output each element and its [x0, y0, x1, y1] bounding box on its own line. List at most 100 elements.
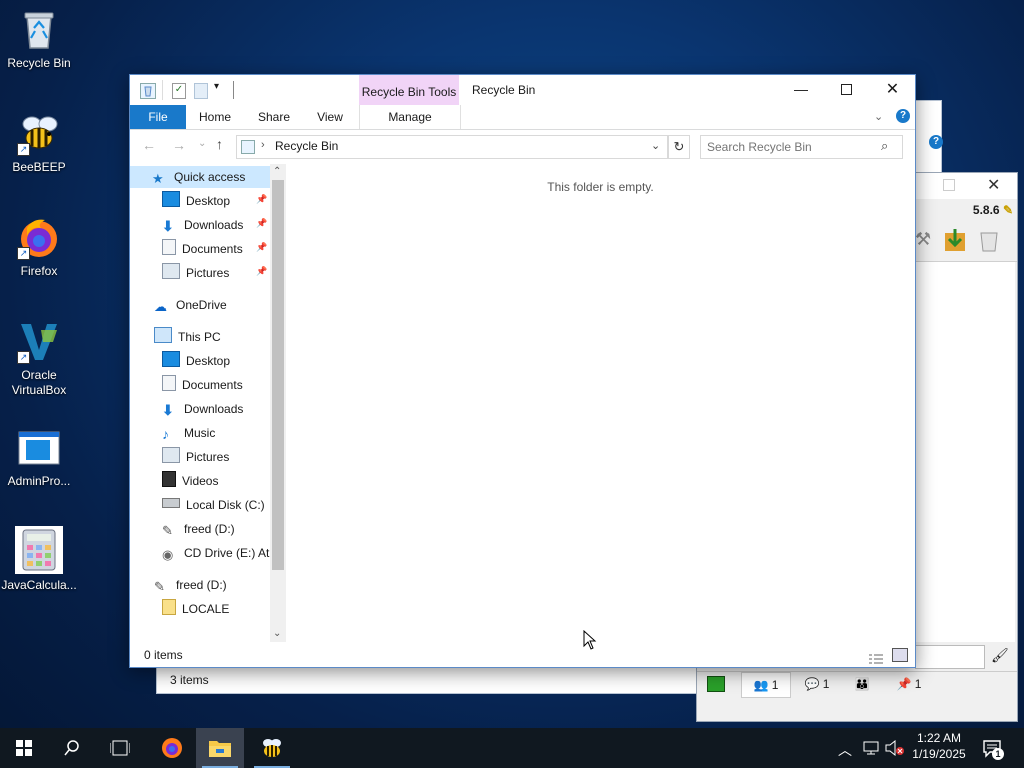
customize-quick-access-icon[interactable]: ▾ [214, 81, 219, 92]
taskbar-firefox[interactable] [148, 728, 196, 768]
scroll-up-icon[interactable]: ⌃ [273, 166, 281, 177]
nav-pc-videos[interactable]: Videos [162, 470, 268, 492]
forward-button[interactable]: → [172, 137, 186, 153]
pin-icon[interactable]: 📌 [256, 266, 267, 277]
maximize-button[interactable] [824, 75, 870, 105]
document-icon [162, 375, 176, 391]
folder-icon [209, 741, 231, 757]
navigation-pane: ★ Quick access Desktop 📌 ⬇ Downloads 📌 Doc… [130, 164, 286, 642]
taskbar-file-explorer[interactable] [196, 728, 244, 768]
tab-users[interactable]: 👥 1 [741, 672, 791, 698]
nav-pc-pictures[interactable]: Pictures [162, 446, 268, 468]
nav-this-pc[interactable]: This PC [154, 326, 268, 348]
pin-icon[interactable]: 📌 [256, 194, 267, 205]
beebeep-tabbar: 👥 1 💬 1 👪 📌 1 [697, 671, 1017, 698]
content-pane[interactable]: This folder is empty. [286, 164, 915, 642]
search-input[interactable] [705, 138, 879, 156]
nav-pc-documents[interactable]: Documents [162, 374, 268, 396]
nav-scrollbar[interactable]: ⌃ ⌄ [270, 164, 286, 642]
download-arrow-icon: ⬇ [162, 218, 174, 234]
nav-quick-desktop[interactable]: Desktop [162, 190, 268, 212]
scrollbar-thumb[interactable] [272, 180, 284, 570]
nav-pc-cd-drive[interactable]: ◉ CD Drive (E:) Atla [162, 542, 270, 564]
breadcrumb-recycle-bin[interactable]: Recycle Bin [275, 139, 338, 153]
desktop-icon-virtualbox[interactable]: ↗ Oracle VirtualBox [1, 320, 77, 398]
minimize-button[interactable]: — [778, 75, 824, 105]
back-button[interactable]: ← [142, 137, 156, 153]
tools-icon[interactable]: ⚒ [915, 229, 931, 253]
usb-drive-icon: ✎ [154, 579, 165, 594]
tab-shares[interactable]: 📌 1 [885, 672, 933, 696]
shortcut-arrow-icon: ↗ [17, 351, 30, 364]
tab-file[interactable]: File [130, 105, 186, 129]
nav-pc-desktop[interactable]: Desktop [162, 350, 268, 372]
taskbar-beebeep[interactable] [248, 728, 296, 768]
start-button[interactable] [0, 728, 48, 768]
help-icon[interactable]: ? [896, 109, 910, 123]
tab-home[interactable]: Home [190, 105, 240, 129]
title-bar: ✓ ▾ Recycle Bin Tools Recycle Bin — ✕ [130, 75, 915, 129]
tab-groups[interactable]: 👪 [845, 672, 879, 696]
volume-muted-icon[interactable] [884, 739, 904, 757]
large-icons-view-button[interactable] [892, 648, 908, 662]
nav-pc-freed[interactable]: ✎ freed (D:) [162, 518, 270, 540]
nav-quick-pictures[interactable]: Pictures [162, 262, 268, 284]
search-box[interactable]: ⌕ [700, 135, 903, 159]
recent-locations-button[interactable]: ⌄ [198, 138, 206, 149]
beebeep-message-input[interactable] [915, 645, 985, 669]
show-hidden-icons-button[interactable]: ︿ [838, 740, 852, 760]
search-button[interactable] [48, 728, 96, 768]
nav-pc-local-disk[interactable]: Local Disk (C:) [162, 494, 270, 516]
address-bar[interactable]: › Recycle Bin ⌄ [236, 135, 668, 159]
recycle-bin-window[interactable]: ✓ ▾ Recycle Bin Tools Recycle Bin — ✕ Fi… [129, 74, 916, 668]
status-online-icon[interactable] [707, 676, 725, 692]
desktop-icon-recycle-bin[interactable]: Recycle Bin [1, 8, 77, 71]
desktop-icon-adminpro[interactable]: AdminPro... [1, 426, 77, 489]
nav-quick-downloads[interactable]: ⬇ Downloads [162, 214, 268, 236]
chevron-down-icon: ⌄ [198, 138, 207, 149]
nav-quick-access[interactable]: ★ Quick access [130, 166, 270, 188]
nav-quick-documents[interactable]: Documents [162, 238, 268, 260]
pin-icon[interactable]: 📌 [256, 242, 267, 253]
details-view-button[interactable] [868, 649, 884, 664]
new-folder-icon[interactable] [194, 83, 208, 99]
address-dropdown-icon[interactable]: ⌄ [651, 139, 660, 152]
up-button[interactable]: ↑ [216, 136, 223, 152]
virtualbox-icon: ↗ [17, 320, 61, 364]
maximize-icon[interactable] [943, 179, 955, 191]
help-icon[interactable]: ? [929, 135, 943, 149]
recycle-bin-icon [17, 8, 61, 52]
download-icon[interactable] [943, 227, 967, 253]
expand-ribbon-icon[interactable]: ⌄ [874, 110, 883, 123]
desktop-icon-firefox[interactable]: ↗ Firefox [1, 216, 77, 279]
nav-pc-music[interactable]: ♪ Music [162, 422, 268, 444]
close-icon[interactable]: ✕ [987, 175, 1000, 195]
brush-icon[interactable]: 🖌 [991, 647, 1009, 664]
pin-icon[interactable]: 📌 [256, 218, 267, 229]
nav-pc-downloads[interactable]: ⬇ Downloads [162, 398, 268, 420]
nav-locale[interactable]: LOCALE [162, 598, 268, 620]
properties-icon[interactable]: ✓ [172, 83, 186, 99]
network-icon[interactable] [862, 740, 880, 756]
tab-manage[interactable]: Manage [359, 105, 461, 129]
nav-freed[interactable]: ✎ freed (D:) [154, 574, 268, 596]
mouse-cursor-icon [583, 629, 597, 650]
tab-chats[interactable]: 💬 1 [793, 672, 841, 696]
scroll-down-icon[interactable]: ⌄ [273, 628, 281, 639]
refresh-icon: ↻ [673, 139, 685, 154]
task-view-button[interactable] [96, 728, 144, 768]
refresh-button[interactable]: ↻ [668, 135, 690, 159]
tab-view[interactable]: View [306, 105, 354, 129]
tab-share[interactable]: Share [250, 105, 298, 129]
nav-onedrive[interactable]: ☁ OneDrive [154, 294, 268, 316]
close-button[interactable]: ✕ [870, 75, 915, 105]
clock[interactable]: 1:22 AM 1/19/2025 [908, 731, 970, 761]
trash-icon[interactable] [977, 229, 1001, 253]
status-item-count: 3 items [170, 673, 209, 687]
desktop-icon-javacalculator[interactable]: JavaCalcula... [1, 526, 77, 593]
desktop-icon-beebeep[interactable]: ↗ BeeBEEP [1, 112, 77, 175]
action-center-button[interactable]: 1 [982, 738, 1004, 760]
empty-folder-message: This folder is empty. [547, 180, 654, 194]
recycle-bin-small-icon[interactable] [140, 83, 156, 99]
beebeep-content [915, 262, 1015, 642]
